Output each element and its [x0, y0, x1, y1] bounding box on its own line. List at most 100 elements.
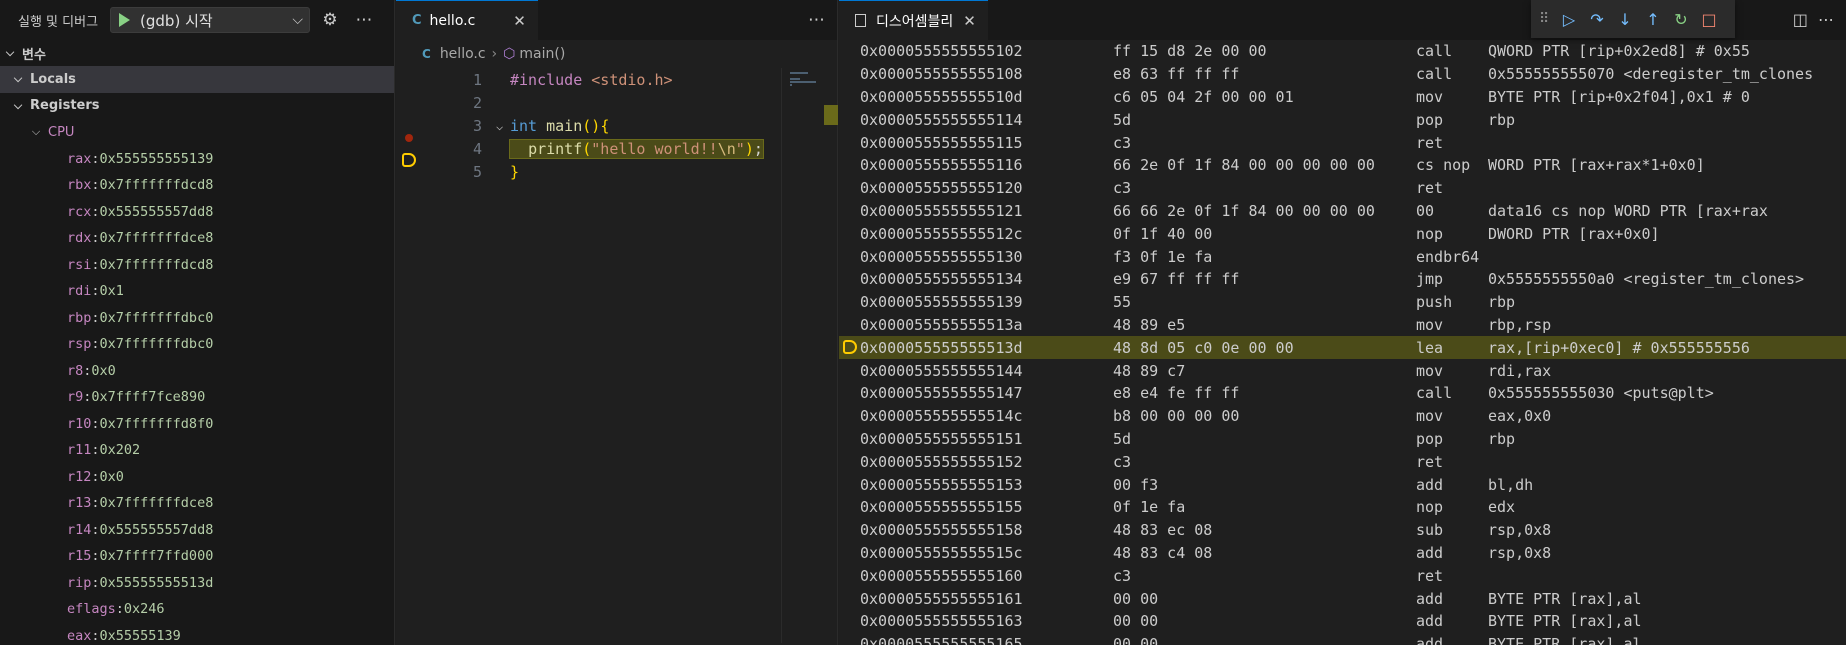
code-line[interactable]: 4 printf("hello world!!\n"); [396, 137, 837, 167]
register-row[interactable]: rip: 0x55555555513d [0, 570, 394, 597]
minimap[interactable] [781, 68, 837, 643]
tree-item-locals[interactable]: ⌵ Locals [0, 66, 394, 93]
register-row[interactable]: r13: 0x7fffffffdce8 [0, 490, 394, 517]
disassembly-row[interactable]: 0x0000555555555115 c3 ret [839, 131, 1846, 154]
disassembly-row[interactable]: 0x0000555555555165 00 00 add BYTE PTR [rax]… [839, 633, 1846, 645]
glyph-margin[interactable] [839, 222, 860, 245]
chevron-down-icon[interactable]: ⌵ [292, 12, 303, 28]
glyph-margin[interactable] [839, 587, 860, 610]
glyph-margin[interactable] [839, 450, 860, 473]
glyph-margin[interactable] [839, 314, 860, 337]
code-line[interactable]: 2 [396, 91, 837, 114]
code-area[interactable]: 1 #include <stdio.h> 2 3 ⌵ int main(){4 print… [396, 68, 837, 183]
register-row[interactable]: r9: 0x7ffff7fce890 [0, 384, 394, 411]
glyph-margin[interactable] [839, 154, 860, 177]
register-row[interactable]: rcx: 0x555555557dd8 [0, 199, 394, 226]
register-row[interactable]: rsi: 0x7fffffffdcd8 [0, 252, 394, 279]
register-row[interactable]: r12: 0x0 [0, 464, 394, 491]
restart-icon[interactable]: ↻ [1667, 10, 1695, 29]
breadcrumb-symbol[interactable]: main() [519, 46, 565, 62]
disassembly-row[interactable]: 0x000055555555512c 0f 1f 40 00 nop DWORD PT… [839, 222, 1846, 245]
disassembly-row[interactable]: 0x0000555555555144 48 89 c7 mov rdi,rax [839, 359, 1846, 382]
glyph-margin[interactable] [839, 473, 860, 496]
register-row[interactable]: rbx: 0x7fffffffdcd8 [0, 172, 394, 199]
glyph-margin[interactable] [839, 200, 860, 223]
register-row[interactable]: r8: 0x0 [0, 358, 394, 385]
glyph-margin[interactable] [839, 268, 860, 291]
chevron-down-icon[interactable]: ⌵ [28, 125, 44, 139]
disassembly-row[interactable]: 0x0000555555555147 e8 e4 fe ff ff call 0x55… [839, 382, 1846, 405]
glyph-margin[interactable] [839, 428, 860, 451]
ellipsis-icon[interactable]: ⋯ [350, 10, 378, 30]
disassembly-row[interactable]: 0x0000555555555151 5d pop rbp [839, 428, 1846, 451]
disassembly-row[interactable]: 0x0000555555555114 5d pop rbp [839, 108, 1846, 131]
disassembly-row[interactable]: 0x000055555555510d c6 05 04 2f 00 00 01 mo… [839, 86, 1846, 109]
glyph-margin[interactable] [839, 519, 860, 542]
register-row[interactable]: eflags: 0x246 [0, 596, 394, 623]
disassembly-row[interactable]: 0x0000555555555161 00 00 add BYTE PTR [rax]… [839, 587, 1846, 610]
close-icon[interactable]: ✕ [513, 12, 526, 30]
ellipsis-icon[interactable]: ⋯ [808, 10, 825, 30]
gear-icon[interactable]: ⚙ [316, 10, 344, 30]
glyph-margin[interactable] [839, 291, 860, 314]
glyph-margin[interactable] [839, 496, 860, 519]
disassembly-row[interactable]: 0x0000555555555152 c3 ret [839, 450, 1846, 473]
glyph-margin[interactable] [839, 336, 860, 359]
variables-section-header[interactable]: ⌵ 변수 [0, 40, 394, 66]
play-icon[interactable] [119, 13, 131, 27]
register-row[interactable]: r15: 0x7ffff7ffd000 [0, 543, 394, 570]
chevron-down-icon[interactable]: ⌵ [10, 72, 26, 86]
disassembly-row[interactable]: 0x0000555555555130 f3 0f 1e fa endbr64 [839, 245, 1846, 268]
register-row[interactable]: r11: 0x202 [0, 437, 394, 464]
disassembly-row[interactable]: 0x0000555555555102 ff 15 d8 2e 00 00 call Q… [839, 40, 1846, 63]
code-line[interactable]: 5} [396, 160, 837, 183]
split-editor-icon[interactable]: ◫ ⋯ [1793, 10, 1834, 29]
code-line[interactable]: 1 #include <stdio.h> [396, 68, 837, 91]
disassembly-row[interactable]: 0x0000555555555163 00 00 add BYTE PTR [rax]… [839, 610, 1846, 633]
glyph-margin[interactable] [839, 359, 860, 382]
tree-item-registers[interactable]: ⌵ Registers [0, 93, 394, 120]
register-row[interactable]: eax: 0x55555139 [0, 623, 394, 645]
disassembly-row[interactable]: 0x0000555555555139 55 push rbp [839, 291, 1846, 314]
register-row[interactable]: rbp: 0x7fffffffdbc0 [0, 305, 394, 332]
register-row[interactable]: r14: 0x555555557dd8 [0, 517, 394, 544]
disassembly-row[interactable]: 0x0000555555555160 c3 ret [839, 564, 1846, 587]
disassembly-row[interactable]: 0x0000555555555116 66 2e 0f 1f 84 00 00 0… [839, 154, 1846, 177]
disassembly-row[interactable]: 0x000055555555515c 48 83 c4 08 add rsp,0x8 [839, 542, 1846, 565]
glyph-margin[interactable] [839, 108, 860, 131]
glyph-margin[interactable] [839, 63, 860, 86]
glyph-margin[interactable] [839, 40, 860, 63]
register-row[interactable]: r10: 0x7fffffffd8f0 [0, 411, 394, 438]
close-icon[interactable]: ✕ [963, 12, 976, 30]
breadcrumb-file[interactable]: hello.c [440, 46, 486, 62]
step-into-icon[interactable]: ↓ [1611, 10, 1639, 29]
glyph-margin[interactable] [839, 131, 860, 154]
disassembly-row[interactable]: 0x0000555555555158 48 83 ec 08 sub rsp,0x8 [839, 519, 1846, 542]
disassembly-row[interactable]: 0x0000555555555108 e8 63 ff ff ff call 0x55… [839, 63, 1846, 86]
glyph-margin[interactable] [839, 86, 860, 109]
chevron-down-icon[interactable]: ⌵ [2, 46, 18, 60]
disassembly-row[interactable]: 0x000055555555513d 48 8d 05 c0 0e 00 00 le… [839, 336, 1846, 360]
register-row[interactable]: rsp: 0x7fffffffdbc0 [0, 331, 394, 358]
glyph-margin[interactable] [839, 542, 860, 565]
step-over-icon[interactable]: ↷ [1583, 10, 1611, 29]
glyph-margin[interactable] [839, 382, 860, 405]
disassembly-row[interactable]: 0x000055555555514c b8 00 00 00 00 mov eax,0… [839, 405, 1846, 428]
register-row[interactable]: rdi: 0x1 [0, 278, 394, 305]
stop-icon[interactable]: □ [1695, 10, 1723, 29]
glyph-margin[interactable] [839, 610, 860, 633]
disassembly-row[interactable]: 0x0000555555555153 00 f3 add bl,dh [839, 473, 1846, 496]
glyph-margin[interactable] [839, 405, 860, 428]
tab-hello-c[interactable]: C hello.c ✕ [396, 0, 538, 40]
disassembly-row[interactable]: 0x0000555555555134 e9 67 ff ff ff jmp 0x555… [839, 268, 1846, 291]
disassembly-row[interactable]: 0x000055555555513a 48 89 e5 mov rbp,rsp [839, 314, 1846, 337]
drag-handle-icon[interactable]: ⠿ [1539, 11, 1555, 27]
continue-icon[interactable]: ▷ [1555, 10, 1583, 29]
fold-chevron-icon[interactable]: ⌵ [496, 119, 510, 133]
register-row[interactable]: rdx: 0x7fffffffdce8 [0, 225, 394, 252]
step-out-icon[interactable]: ↑ [1639, 10, 1667, 29]
glyph-margin[interactable] [839, 177, 860, 200]
disassembly-row[interactable]: 0x0000555555555120 c3 ret [839, 177, 1846, 200]
tree-item-cpu[interactable]: ⌵ CPU [0, 119, 394, 146]
debug-config-select[interactable]: (gdb) 시작 ⌵ [110, 7, 311, 33]
